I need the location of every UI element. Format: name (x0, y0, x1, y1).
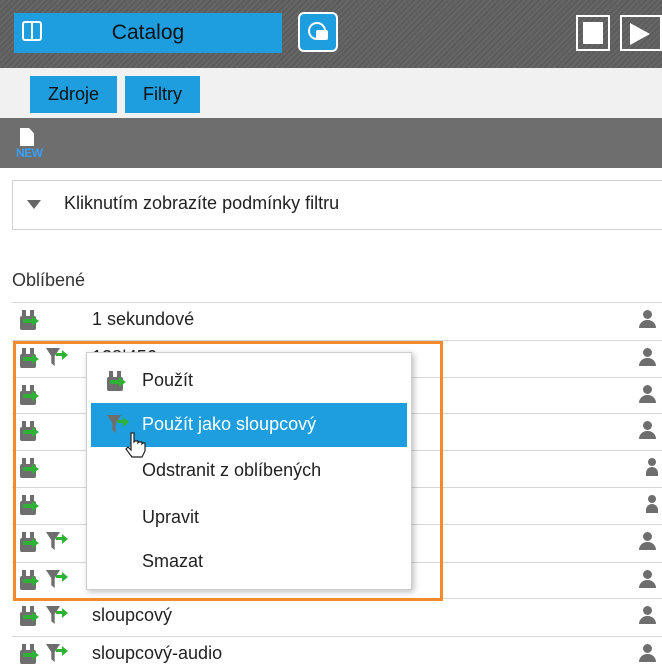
menu-item-edit[interactable]: Upravit (87, 496, 413, 540)
apply-filter-icon[interactable] (20, 421, 42, 441)
user-icon (638, 644, 656, 663)
apply-filter-icon[interactable] (20, 532, 42, 552)
apply-filter-icon[interactable] (20, 385, 42, 405)
user-icon (638, 385, 656, 404)
apply-filter-icon (107, 371, 129, 391)
new-label: NEW (16, 146, 43, 160)
new-filter-icon[interactable]: NEW (16, 128, 54, 162)
play-icon[interactable] (620, 15, 662, 51)
menu-item-label: Odstranit z oblíbených (142, 460, 322, 480)
apply-as-column-icon[interactable] (46, 570, 68, 590)
menu-item-apply[interactable]: Použít (87, 359, 413, 403)
menu-item-label: Smazat (142, 551, 204, 571)
user-icon (638, 348, 656, 367)
user-icon (638, 570, 656, 589)
list-item[interactable]: 1 sekundové (12, 302, 662, 335)
catalog-tab[interactable]: Catalog (14, 13, 282, 53)
apply-filter-icon[interactable] (20, 644, 42, 664)
catalog-tab-label: Catalog (111, 21, 185, 44)
apply-as-column-icon[interactable] (46, 606, 68, 626)
menu-item-delete[interactable]: Smazat (87, 540, 413, 584)
hand-cursor-icon (125, 432, 146, 458)
sources-button[interactable]: Zdroje (30, 76, 117, 113)
user-icon (638, 310, 656, 329)
list-item-label: sloupcový (92, 605, 173, 625)
nav-bar: Zdroje Filtry (0, 68, 662, 118)
context-menu: Použít Použít jako sloupcový Odstranit z… (86, 352, 412, 590)
stop-icon[interactable] (576, 15, 610, 51)
filter-conditions-toggle[interactable]: Kliknutím zobrazíte podmínky filtru (12, 180, 662, 230)
filter-conditions-text: Kliknutím zobrazíte podmínky filtru (64, 193, 340, 213)
apply-as-column-icon[interactable] (46, 644, 68, 664)
list-item-label: 1 sekundové (92, 309, 195, 329)
user-icon (638, 421, 656, 440)
toolbar: NEW (0, 118, 662, 168)
apply-as-column-icon[interactable] (46, 348, 68, 368)
favorites-heading: Oblíbené (12, 270, 86, 290)
menu-item-label: Použít jako sloupcový (142, 414, 317, 434)
filters-button[interactable]: Filtry (125, 76, 200, 113)
menu-item-label: Použít (142, 370, 194, 390)
menu-item-label: Upravit (142, 507, 200, 527)
data-sources-icon[interactable] (298, 12, 338, 52)
apply-filter-icon[interactable] (20, 495, 42, 515)
list-item[interactable]: sloupcový-audio (12, 636, 662, 669)
apply-as-column-icon[interactable] (46, 532, 68, 552)
user-icon (638, 606, 656, 625)
shared-users-icon (638, 495, 658, 514)
expand-triangle-icon (27, 200, 41, 209)
user-icon (638, 532, 656, 551)
list-item[interactable]: sloupcový (12, 598, 662, 631)
title-bar: Catalog (0, 0, 662, 68)
shared-users-icon (638, 458, 658, 477)
apply-filter-icon[interactable] (20, 458, 42, 478)
apply-filter-icon[interactable] (20, 570, 42, 590)
list-item-label: sloupcový-audio (92, 643, 223, 663)
apply-filter-icon[interactable] (20, 606, 42, 626)
apply-filter-icon[interactable] (20, 348, 42, 368)
apply-filter-icon[interactable] (20, 310, 42, 330)
